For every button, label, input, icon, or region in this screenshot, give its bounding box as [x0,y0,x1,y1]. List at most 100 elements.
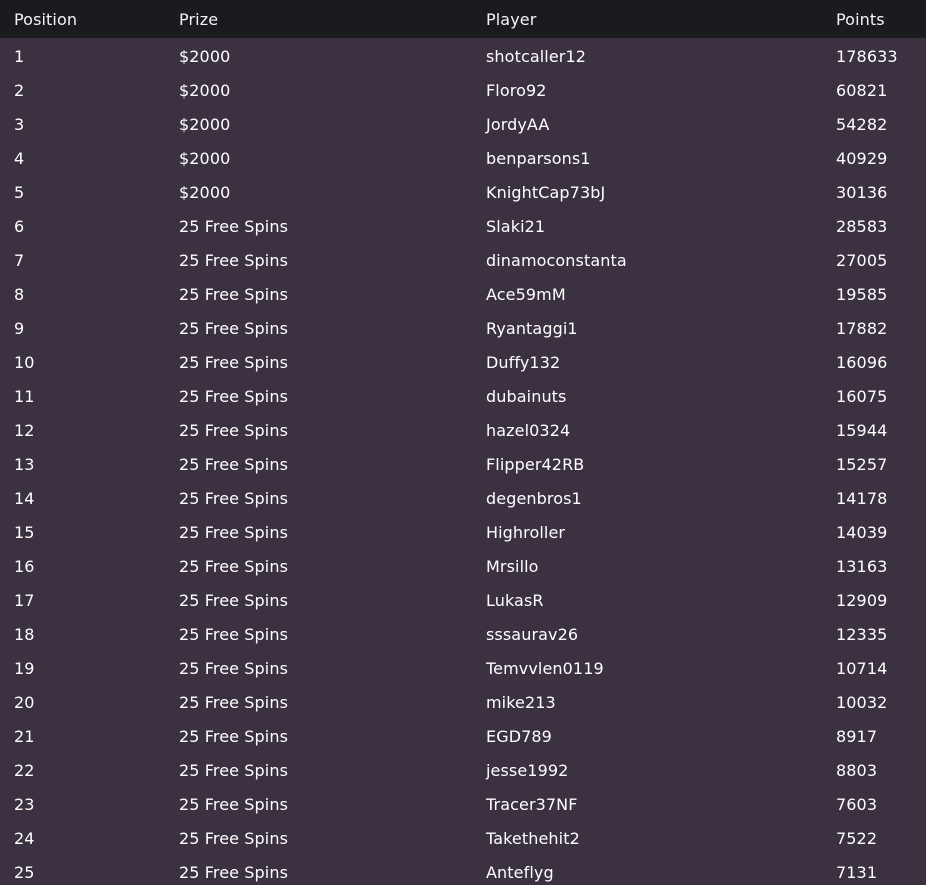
player-cell: benparsons1 [486,148,591,168]
player-cell: JordyAA [486,114,550,134]
leaderboard-table: Position Prize Player Points 1 $2000 sho… [0,0,926,885]
points-cell: 8803 [836,760,878,780]
prize-cell: 25 Free Spins [179,284,289,304]
prize-cell: $2000 [179,46,231,66]
table-row: 14 25 Free Spins degenbros1 14178 [0,481,926,515]
player-cell: EGD789 [486,726,552,746]
player-cell: dubainuts [486,386,567,406]
position-cell: 5 [14,182,25,202]
prize-cell: $2000 [179,148,231,168]
position-cell: 6 [14,216,25,236]
points-cell: 15257 [836,454,888,474]
points-cell: 60821 [836,80,888,100]
position-cell: 24 [14,828,35,848]
table-body: 1 $2000 shotcaller12 178633 2 $2000 Flor… [0,38,926,885]
player-cell: Tracer37NF [486,794,578,814]
table-row: 17 25 Free Spins LukasR 12909 [0,583,926,617]
position-cell: 17 [14,590,35,610]
position-cell: 12 [14,420,35,440]
points-cell: 10032 [836,692,888,712]
table-row: 13 25 Free Spins Flipper42RB 15257 [0,447,926,481]
points-cell: 40929 [836,148,888,168]
points-cell: 12335 [836,624,888,644]
player-cell: Highroller [486,522,566,542]
table-row: 6 25 Free Spins Slaki21 28583 [0,209,926,243]
prize-cell: 25 Free Spins [179,794,289,814]
player-cell: LukasR [486,590,544,610]
prize-cell: 25 Free Spins [179,862,289,882]
position-cell: 16 [14,556,35,576]
points-cell: 10714 [836,658,888,678]
player-cell: Ryantaggi1 [486,318,578,338]
points-cell: 16096 [836,352,888,372]
prize-cell: 25 Free Spins [179,658,289,678]
header-position: Position [14,9,78,29]
prize-cell: 25 Free Spins [179,454,289,474]
prize-cell: 25 Free Spins [179,624,289,644]
points-cell: 14039 [836,522,888,542]
table-row: 12 25 Free Spins hazel0324 15944 [0,413,926,447]
prize-cell: 25 Free Spins [179,488,289,508]
position-cell: 1 [14,46,25,66]
table-row: 4 $2000 benparsons1 40929 [0,141,926,175]
player-cell: sssaurav26 [486,624,579,644]
points-cell: 19585 [836,284,888,304]
position-cell: 3 [14,114,25,134]
player-cell: degenbros1 [486,488,582,508]
position-cell: 22 [14,760,35,780]
table-row: 11 25 Free Spins dubainuts 16075 [0,379,926,413]
position-cell: 11 [14,386,35,406]
points-cell: 7603 [836,794,878,814]
player-cell: Anteflyg [486,862,554,882]
table-row: 24 25 Free Spins Takethehit2 7522 [0,821,926,855]
prize-cell: 25 Free Spins [179,828,289,848]
table-row: 3 $2000 JordyAA 54282 [0,107,926,141]
table-row: 9 25 Free Spins Ryantaggi1 17882 [0,311,926,345]
header-points: Points [836,9,885,29]
prize-cell: 25 Free Spins [179,352,289,372]
points-cell: 15944 [836,420,888,440]
table-row: 22 25 Free Spins jesse1992 8803 [0,753,926,787]
points-cell: 17882 [836,318,888,338]
player-cell: Temvvlen0119 [486,658,604,678]
prize-cell: 25 Free Spins [179,590,289,610]
position-cell: 13 [14,454,35,474]
player-cell: dinamoconstanta [486,250,627,270]
prize-cell: 25 Free Spins [179,760,289,780]
table-row: 21 25 Free Spins EGD789 8917 [0,719,926,753]
position-cell: 8 [14,284,25,304]
player-cell: Slaki21 [486,216,546,236]
position-cell: 15 [14,522,35,542]
prize-cell: 25 Free Spins [179,216,289,236]
prize-cell: 25 Free Spins [179,386,289,406]
position-cell: 21 [14,726,35,746]
player-cell: KnightCap73bJ [486,182,606,202]
player-cell: Takethehit2 [486,828,580,848]
position-cell: 19 [14,658,35,678]
player-cell: Duffy132 [486,352,561,372]
table-row: 16 25 Free Spins Mrsillo 13163 [0,549,926,583]
position-cell: 18 [14,624,35,644]
table-row: 23 25 Free Spins Tracer37NF 7603 [0,787,926,821]
table-row: 5 $2000 KnightCap73bJ 30136 [0,175,926,209]
table-row: 1 $2000 shotcaller12 178633 [0,39,926,73]
prize-cell: 25 Free Spins [179,318,289,338]
prize-cell: 25 Free Spins [179,726,289,746]
prize-cell: 25 Free Spins [179,692,289,712]
table-row: 10 25 Free Spins Duffy132 16096 [0,345,926,379]
prize-cell: 25 Free Spins [179,250,289,270]
points-cell: 14178 [836,488,888,508]
points-cell: 8917 [836,726,878,746]
points-cell: 7522 [836,828,878,848]
position-cell: 20 [14,692,35,712]
points-cell: 178633 [836,46,898,66]
position-cell: 2 [14,80,25,100]
position-cell: 4 [14,148,25,168]
player-cell: Floro92 [486,80,547,100]
points-cell: 16075 [836,386,888,406]
player-cell: Flipper42RB [486,454,585,474]
player-cell: mike213 [486,692,556,712]
position-cell: 9 [14,318,25,338]
prize-cell: $2000 [179,182,231,202]
position-cell: 14 [14,488,35,508]
